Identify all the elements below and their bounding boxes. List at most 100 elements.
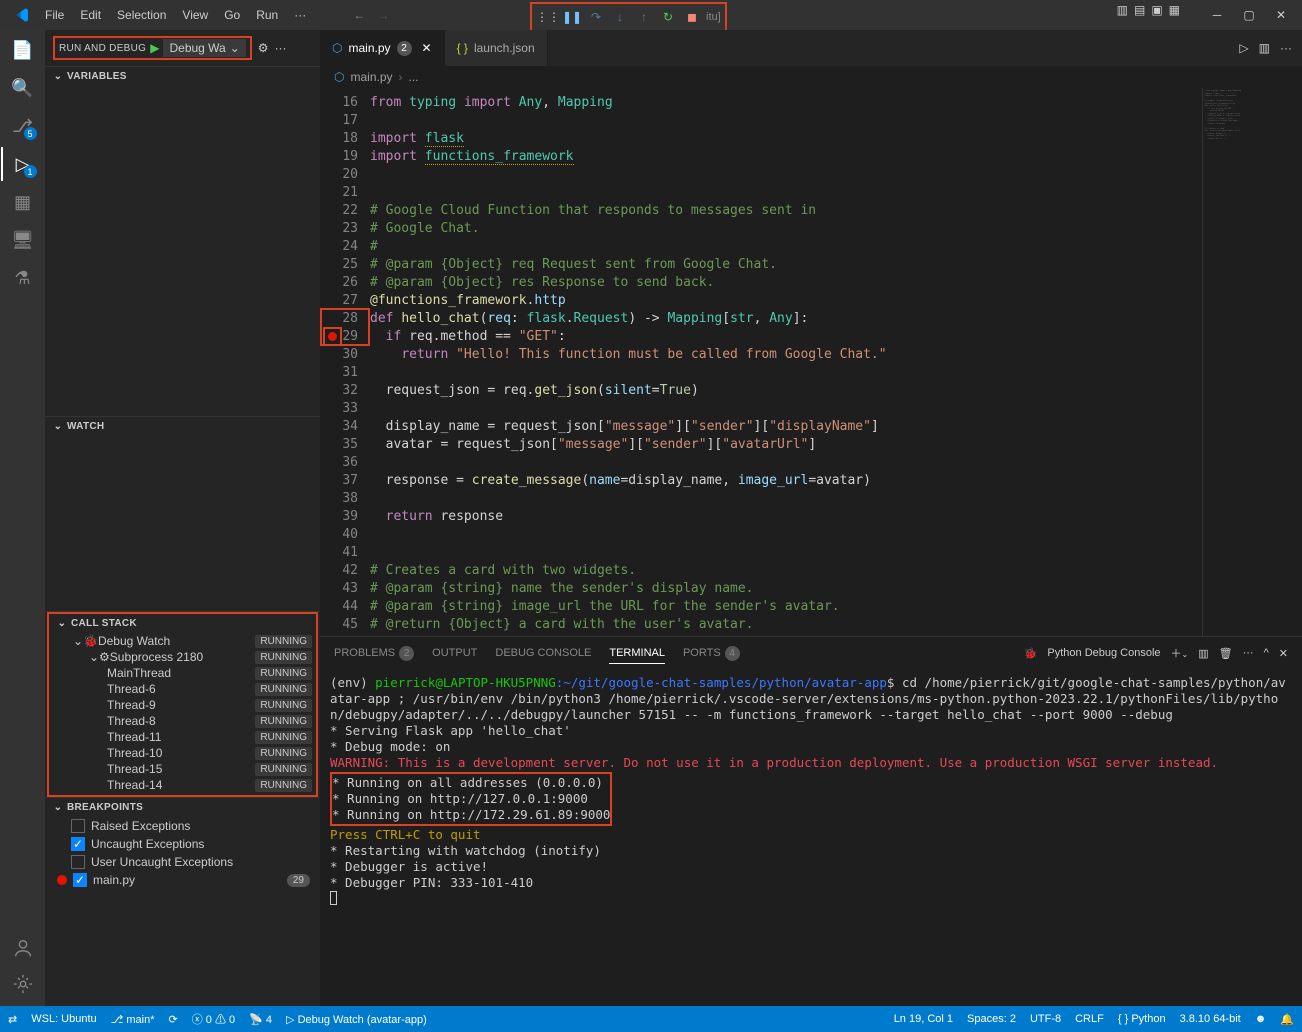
breakpoint-gutter[interactable]	[320, 88, 338, 636]
code-editor[interactable]: from typing import Any, Mapping import f…	[370, 88, 1202, 636]
panel-tab[interactable]: TERMINAL	[609, 643, 665, 664]
stop-icon[interactable]: ◼	[680, 6, 704, 28]
menu-item[interactable]: Selection	[110, 4, 173, 26]
callstack-row[interactable]: Thread-15RUNNING	[49, 761, 316, 777]
settings-icon[interactable]	[11, 972, 35, 996]
interpreter[interactable]: 3.8.10 64-bit	[1180, 1013, 1241, 1025]
watch-section[interactable]: ⌄WATCH	[45, 417, 320, 436]
split-icon[interactable]: ▥	[1259, 41, 1270, 55]
maximize-icon[interactable]: ▢	[1234, 3, 1264, 27]
debug-status[interactable]: ▷ Debug Watch (avatar-app)	[286, 1013, 427, 1026]
errors[interactable]: ⓧ 0 ⚠ 0	[192, 1011, 235, 1027]
split-terminal-icon[interactable]: ▥	[1198, 647, 1208, 660]
run-debug-icon[interactable]: ▷1	[11, 152, 35, 176]
more-icon[interactable]: ···	[275, 41, 287, 55]
variables-section[interactable]: ⌄VARIABLES	[45, 67, 320, 86]
restart-icon[interactable]: ↻	[656, 6, 680, 28]
pause-icon[interactable]: ❚❚	[560, 6, 584, 28]
breakpoint-option[interactable]: Raised Exceptions	[45, 817, 320, 835]
sync-icon[interactable]: ⟳	[169, 1013, 178, 1026]
callstack-row[interactable]: Thread-6RUNNING	[49, 681, 316, 697]
layout-icon[interactable]: ▦	[1169, 3, 1180, 27]
close-icon[interactable]: ✕	[1266, 3, 1296, 27]
sidebar: RUN AND DEBUG ▶ Debug Wa ⌄ ⚙ ··· ⌄VARIAB…	[45, 30, 320, 1006]
breakpoint-marker[interactable]	[323, 327, 342, 346]
menu-item[interactable]: File	[38, 4, 71, 26]
indent[interactable]: Spaces: 2	[967, 1013, 1016, 1025]
search-icon[interactable]: 🔍	[11, 76, 35, 100]
checkbox[interactable]	[71, 855, 85, 869]
lang[interactable]: { } Python	[1118, 1013, 1166, 1025]
breakpoint-option[interactable]: User Uncaught Exceptions	[45, 853, 320, 871]
maximize-panel-icon[interactable]: ^	[1264, 647, 1269, 659]
editor-tab[interactable]: ⬡main.py2✕	[320, 30, 445, 66]
panel-tab[interactable]: PROBLEMS2	[334, 642, 414, 665]
callstack-section[interactable]: ⌄CALL STACK	[49, 614, 316, 633]
bell-icon[interactable]: 🔔	[1280, 1013, 1294, 1026]
breadcrumb[interactable]: ⬡ main.py › ...	[320, 66, 1302, 88]
source-control-icon[interactable]: ⎇5	[11, 114, 35, 138]
step-out-icon[interactable]: ↑	[632, 6, 656, 28]
callstack-row[interactable]: Thread-11RUNNING	[49, 729, 316, 745]
run-icon[interactable]: ▷	[1239, 41, 1248, 55]
layout-icon[interactable]: ▣	[1151, 3, 1162, 27]
checkbox[interactable]: ✓	[71, 837, 85, 851]
callstack-row[interactable]: Thread-9RUNNING	[49, 697, 316, 713]
window-controls: ▥ ▤ ▣ ▦ ─ ▢ ✕	[1117, 3, 1296, 27]
close-tab-icon[interactable]: ✕	[422, 41, 432, 55]
menu-item[interactable]: Edit	[73, 4, 108, 26]
remote-label[interactable]: WSL: Ubuntu	[31, 1013, 96, 1025]
menu-item[interactable]: ···	[287, 4, 313, 26]
eol[interactable]: CRLF	[1075, 1013, 1104, 1025]
callstack-row[interactable]: ⌄ ⚙ Subprocess 2180RUNNING	[49, 649, 316, 665]
terminal-selector[interactable]: Python Debug Console	[1047, 647, 1160, 659]
menu-item[interactable]: Run	[249, 4, 285, 26]
terminal[interactable]: (env) pierrick@LAPTOP-HKU5PNNG:~/git/goo…	[320, 669, 1302, 1006]
checkbox[interactable]	[71, 819, 85, 833]
close-panel-icon[interactable]: ✕	[1279, 647, 1288, 660]
more-icon[interactable]: ···	[1243, 647, 1254, 659]
step-into-icon[interactable]: ↓	[608, 6, 632, 28]
checkbox[interactable]: ✓	[73, 873, 87, 887]
nav-back-icon[interactable]: ←	[353, 8, 365, 22]
callstack-row[interactable]: Thread-10RUNNING	[49, 745, 316, 761]
breakpoints-section[interactable]: ⌄BREAKPOINTS	[45, 798, 320, 817]
testing-icon[interactable]: ⚗	[11, 266, 35, 290]
debug-config-select[interactable]: Debug Wa ⌄	[163, 39, 245, 57]
feedback-icon[interactable]: ☻	[1255, 1013, 1267, 1025]
more-icon[interactable]: ···	[1280, 41, 1292, 55]
branch-icon[interactable]: ⎇ main*	[111, 1013, 155, 1026]
callstack-row[interactable]: Thread-14RUNNING	[49, 777, 316, 793]
add-terminal-icon[interactable]: ＋⌄	[1171, 645, 1189, 661]
menu-item[interactable]: Go	[217, 4, 247, 26]
layout-icon[interactable]: ▤	[1134, 3, 1145, 27]
breakpoint-option[interactable]: ✓Uncaught Exceptions	[45, 835, 320, 853]
debug-toolbar: ⋮⋮ ❚❚ ↷ ↓ ↑ ↻ ◼ itu]	[530, 2, 727, 32]
encoding[interactable]: UTF-8	[1030, 1013, 1061, 1025]
nav-fwd-icon[interactable]: →	[377, 8, 389, 22]
callstack-row[interactable]: Thread-8RUNNING	[49, 713, 316, 729]
start-debug-icon[interactable]: ▶	[150, 41, 159, 55]
callstack-row[interactable]: ⌄ 🐞 Debug WatchRUNNING	[49, 633, 316, 649]
editor-tab[interactable]: { }launch.json	[445, 30, 548, 66]
panel-tab[interactable]: OUTPUT	[432, 643, 477, 663]
step-over-icon[interactable]: ↷	[584, 6, 608, 28]
ports[interactable]: 📡 4	[249, 1013, 272, 1026]
remote-explorer-icon[interactable]: 🖥	[11, 228, 35, 252]
accounts-icon[interactable]	[11, 936, 35, 960]
drag-handle-icon[interactable]: ⋮⋮	[536, 6, 560, 28]
trash-icon[interactable]: 🗑	[1219, 647, 1233, 660]
minimap[interactable]: from typing import Any Mapping import fl…	[1202, 88, 1302, 636]
layout-icon[interactable]: ▥	[1117, 3, 1128, 27]
breakpoint-file[interactable]: ✓ main.py 29	[45, 871, 320, 889]
explorer-icon[interactable]: 📄	[11, 38, 35, 62]
cursor-pos[interactable]: Ln 19, Col 1	[894, 1013, 953, 1025]
menu-item[interactable]: View	[175, 4, 215, 26]
panel-tab[interactable]: DEBUG CONSOLE	[495, 643, 591, 663]
panel-tab[interactable]: PORTS4	[683, 642, 740, 665]
extensions-icon[interactable]: ▦	[11, 190, 35, 214]
remote-icon[interactable]: ⇄	[8, 1013, 17, 1026]
callstack-row[interactable]: MainThreadRUNNING	[49, 665, 316, 681]
minimize-icon[interactable]: ─	[1202, 3, 1232, 27]
gear-icon[interactable]: ⚙	[258, 41, 269, 55]
